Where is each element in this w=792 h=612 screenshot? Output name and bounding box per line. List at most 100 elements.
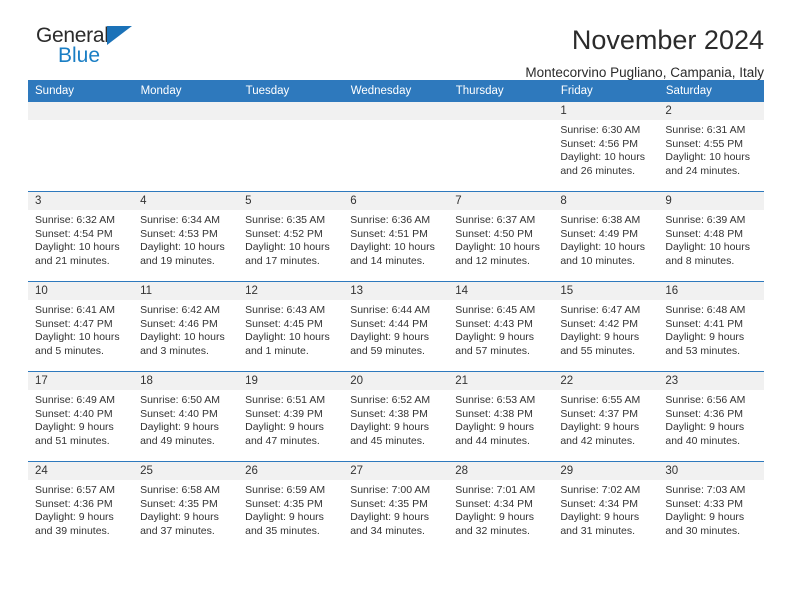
daylight-text: Daylight: 10 hours and 26 minutes. bbox=[560, 151, 645, 177]
calendar-day-cell[interactable]: 8 Sunrise: 6:38 AM Sunset: 4:49 PM Daylight… bbox=[553, 191, 659, 282]
calendar-day-cell[interactable]: 9 Sunrise: 6:39 AM Sunset: 4:48 PM Daylight… bbox=[658, 191, 764, 282]
day-details: Sunrise: 6:41 AM Sunset: 4:47 PM Daylight:… bbox=[28, 300, 133, 358]
calendar-day-cell[interactable]: 10 Sunrise: 6:41 AM Sunset: 4:47 PM Dayligh… bbox=[28, 281, 134, 372]
daylight-text: Daylight: 10 hours and 8 minutes. bbox=[665, 241, 751, 267]
calendar-day-cell[interactable]: 30 Sunrise: 7:03 AM Sunset: 4:33 PM Dayligh… bbox=[658, 461, 764, 551]
day-number: 9 bbox=[658, 192, 764, 210]
sunrise-text: Sunrise: 6:55 AM bbox=[560, 394, 641, 406]
day-details: Sunrise: 6:56 AM Sunset: 4:36 PM Daylight:… bbox=[658, 390, 763, 448]
calendar-day-cell[interactable]: 19 Sunrise: 6:51 AM Sunset: 4:39 PM Dayligh… bbox=[238, 371, 344, 462]
day-number bbox=[238, 102, 344, 120]
day-number: 5 bbox=[238, 192, 344, 210]
sunrise-text: Sunrise: 6:51 AM bbox=[245, 394, 326, 406]
daylight-text: Daylight: 10 hours and 5 minutes. bbox=[35, 331, 120, 357]
day-number: 15 bbox=[553, 282, 659, 300]
sunset-text: Sunset: 4:54 PM bbox=[35, 227, 113, 240]
day-number: 14 bbox=[448, 282, 554, 300]
day-details: Sunrise: 6:35 AM Sunset: 4:52 PM Daylight:… bbox=[238, 210, 343, 268]
generalblue-logo[interactable]: General Blue bbox=[28, 24, 153, 70]
day-details: Sunrise: 6:30 AM Sunset: 4:56 PM Daylight:… bbox=[553, 120, 658, 178]
daylight-text: Daylight: 9 hours and 55 minutes. bbox=[560, 331, 640, 357]
calendar-day-cell[interactable]: 17 Sunrise: 6:49 AM Sunset: 4:40 PM Dayligh… bbox=[28, 371, 134, 462]
daylight-text: Daylight: 10 hours and 24 minutes. bbox=[665, 151, 751, 177]
sunset-text: Sunset: 4:44 PM bbox=[350, 317, 428, 330]
sunset-text: Sunset: 4:48 PM bbox=[665, 227, 744, 240]
calendar-day-cell[interactable]: 23 Sunrise: 6:56 AM Sunset: 4:36 PM Dayligh… bbox=[658, 371, 764, 462]
daylight-text: Daylight: 10 hours and 3 minutes. bbox=[140, 331, 225, 357]
calendar-day-cell[interactable]: 29 Sunrise: 7:02 AM Sunset: 4:34 PM Dayligh… bbox=[553, 461, 659, 551]
day-number: 19 bbox=[238, 372, 344, 390]
daylight-text: Daylight: 9 hours and 47 minutes. bbox=[245, 421, 324, 447]
calendar-day-cell[interactable]: 20 Sunrise: 6:52 AM Sunset: 4:38 PM Dayligh… bbox=[343, 371, 449, 462]
daylight-text: Daylight: 9 hours and 45 minutes. bbox=[350, 421, 429, 447]
calendar-day-cell[interactable]: 14 Sunrise: 6:45 AM Sunset: 4:43 PM Dayligh… bbox=[448, 281, 554, 372]
sunset-text: Sunset: 4:55 PM bbox=[665, 137, 744, 150]
day-number: 12 bbox=[238, 282, 344, 300]
day-details: Sunrise: 6:45 AM Sunset: 4:43 PM Daylight:… bbox=[448, 300, 553, 358]
day-number: 18 bbox=[133, 372, 239, 390]
calendar-week-row: 17 Sunrise: 6:49 AM Sunset: 4:40 PM Dayligh… bbox=[28, 371, 764, 462]
day-number: 16 bbox=[658, 282, 764, 300]
calendar-day-cell[interactable]: 16 Sunrise: 6:48 AM Sunset: 4:41 PM Dayligh… bbox=[658, 281, 764, 372]
day-number: 7 bbox=[448, 192, 554, 210]
calendar-day-cell[interactable]: 28 Sunrise: 7:01 AM Sunset: 4:34 PM Dayligh… bbox=[448, 461, 554, 551]
calendar-day-cell[interactable]: 4 Sunrise: 6:34 AM Sunset: 4:53 PM Daylight… bbox=[133, 191, 239, 282]
day-number bbox=[28, 102, 134, 120]
calendar-day-cell[interactable]: 26 Sunrise: 6:59 AM Sunset: 4:35 PM Dayligh… bbox=[238, 461, 344, 551]
sunset-text: Sunset: 4:34 PM bbox=[455, 497, 533, 510]
sunrise-text: Sunrise: 6:31 AM bbox=[665, 124, 746, 136]
day-details: Sunrise: 7:01 AM Sunset: 4:34 PM Daylight:… bbox=[448, 480, 553, 538]
calendar-day-cell[interactable]: 27 Sunrise: 7:00 AM Sunset: 4:35 PM Dayligh… bbox=[343, 461, 449, 551]
calendar-day-cell[interactable]: 3 Sunrise: 6:32 AM Sunset: 4:54 PM Daylight… bbox=[28, 191, 134, 282]
day-number: 28 bbox=[448, 462, 554, 480]
sunrise-text: Sunrise: 7:01 AM bbox=[455, 484, 536, 496]
day-number: 24 bbox=[28, 462, 134, 480]
calendar-day-cell[interactable]: 25 Sunrise: 6:58 AM Sunset: 4:35 PM Dayligh… bbox=[133, 461, 239, 551]
sunset-text: Sunset: 4:35 PM bbox=[140, 497, 218, 510]
calendar-day-cell[interactable]: 6 Sunrise: 6:36 AM Sunset: 4:51 PM Daylight… bbox=[343, 191, 449, 282]
calendar-day-cell[interactable]: 1 Sunrise: 6:30 AM Sunset: 4:56 PM Daylight… bbox=[553, 102, 659, 192]
daylight-text: Daylight: 9 hours and 40 minutes. bbox=[665, 421, 745, 447]
sunrise-text: Sunrise: 6:34 AM bbox=[140, 214, 221, 226]
calendar-day-cell[interactable]: 11 Sunrise: 6:42 AM Sunset: 4:46 PM Dayligh… bbox=[133, 281, 239, 372]
daylight-text: Daylight: 10 hours and 10 minutes. bbox=[560, 241, 645, 267]
day-number: 11 bbox=[133, 282, 239, 300]
weekday-header-friday: Friday bbox=[553, 80, 659, 102]
sunset-text: Sunset: 4:41 PM bbox=[665, 317, 744, 330]
calendar-page: General Blue November 2024 Montecorvino … bbox=[0, 0, 792, 612]
day-details: Sunrise: 6:39 AM Sunset: 4:48 PM Daylight:… bbox=[658, 210, 763, 268]
daylight-text: Daylight: 10 hours and 14 minutes. bbox=[350, 241, 435, 267]
daylight-text: Daylight: 10 hours and 1 minute. bbox=[245, 331, 330, 357]
calendar-day-cell[interactable]: 21 Sunrise: 6:53 AM Sunset: 4:38 PM Dayligh… bbox=[448, 371, 554, 462]
sunrise-text: Sunrise: 6:47 AM bbox=[560, 304, 641, 316]
calendar-day-cell[interactable]: 18 Sunrise: 6:50 AM Sunset: 4:40 PM Dayligh… bbox=[133, 371, 239, 462]
sunrise-text: Sunrise: 6:45 AM bbox=[455, 304, 536, 316]
day-details: Sunrise: 6:43 AM Sunset: 4:45 PM Daylight:… bbox=[238, 300, 343, 358]
title-block: November 2024 Montecorvino Pugliano, Cam… bbox=[525, 24, 764, 83]
day-number: 21 bbox=[448, 372, 554, 390]
daylight-text: Daylight: 9 hours and 57 minutes. bbox=[455, 331, 535, 357]
calendar-day-cell[interactable]: 13 Sunrise: 6:44 AM Sunset: 4:44 PM Dayligh… bbox=[343, 281, 449, 372]
calendar-day-cell[interactable]: 2 Sunrise: 6:31 AM Sunset: 4:55 PM Daylight… bbox=[658, 102, 764, 192]
calendar-day-cell[interactable]: 5 Sunrise: 6:35 AM Sunset: 4:52 PM Daylight… bbox=[238, 191, 344, 282]
sunset-text: Sunset: 4:34 PM bbox=[560, 497, 638, 510]
day-number bbox=[448, 102, 554, 120]
day-number: 23 bbox=[658, 372, 764, 390]
day-number: 30 bbox=[658, 462, 764, 480]
daylight-text: Daylight: 9 hours and 42 minutes. bbox=[560, 421, 640, 447]
day-details: Sunrise: 6:44 AM Sunset: 4:44 PM Daylight:… bbox=[343, 300, 448, 358]
sunrise-text: Sunrise: 6:59 AM bbox=[245, 484, 326, 496]
calendar-week-row: 24 Sunrise: 6:57 AM Sunset: 4:36 PM Dayligh… bbox=[28, 461, 764, 551]
weekday-header-thursday: Thursday bbox=[448, 80, 554, 102]
calendar-day-cell-empty bbox=[343, 102, 449, 192]
calendar-day-cell[interactable]: 22 Sunrise: 6:55 AM Sunset: 4:37 PM Dayligh… bbox=[553, 371, 659, 462]
calendar-day-cell[interactable]: 7 Sunrise: 6:37 AM Sunset: 4:50 PM Daylight… bbox=[448, 191, 554, 282]
calendar-day-cell[interactable]: 12 Sunrise: 6:43 AM Sunset: 4:45 PM Dayligh… bbox=[238, 281, 344, 372]
calendar-day-cell[interactable]: 24 Sunrise: 6:57 AM Sunset: 4:36 PM Dayligh… bbox=[28, 461, 134, 551]
day-details: Sunrise: 6:34 AM Sunset: 4:53 PM Daylight:… bbox=[133, 210, 238, 268]
day-details: Sunrise: 6:50 AM Sunset: 4:40 PM Daylight:… bbox=[133, 390, 238, 448]
sunrise-text: Sunrise: 7:03 AM bbox=[665, 484, 746, 496]
calendar-day-cell[interactable]: 15 Sunrise: 6:47 AM Sunset: 4:42 PM Dayligh… bbox=[553, 281, 659, 372]
sunrise-text: Sunrise: 7:02 AM bbox=[560, 484, 641, 496]
sunrise-text: Sunrise: 6:44 AM bbox=[350, 304, 431, 316]
